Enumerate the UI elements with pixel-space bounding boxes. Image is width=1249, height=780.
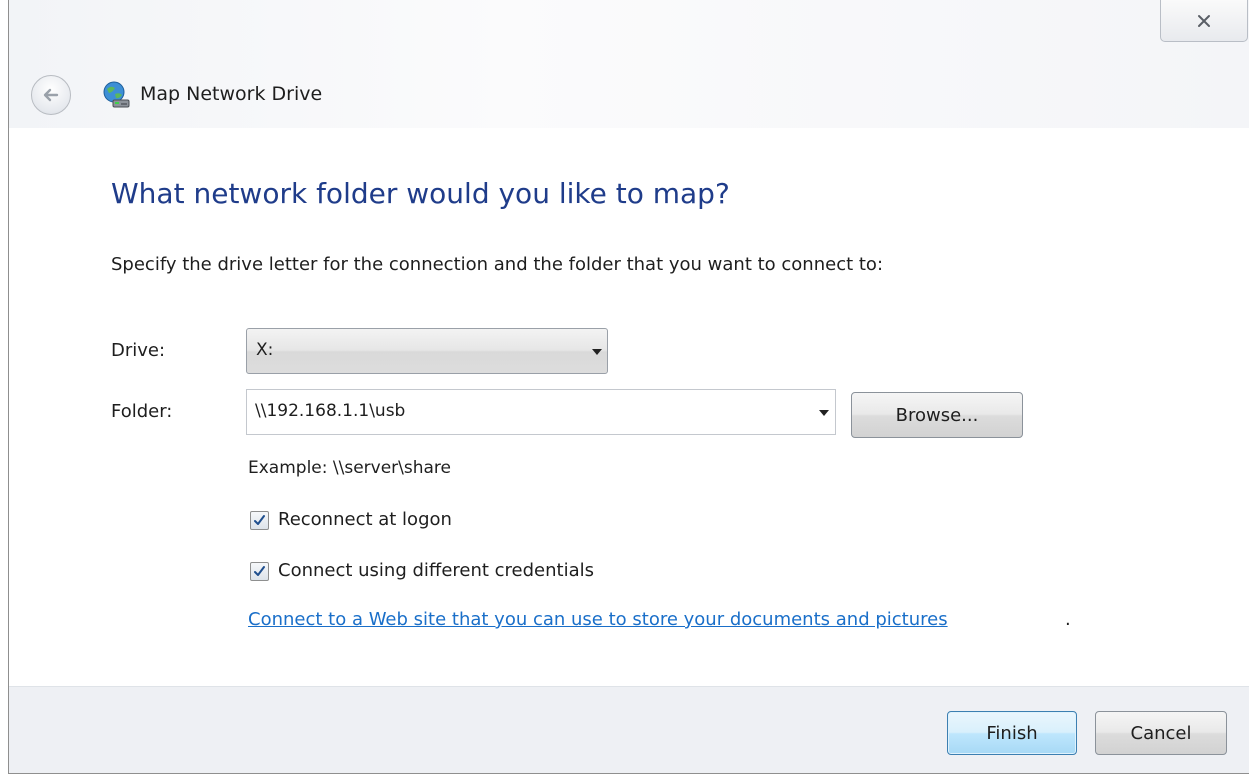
reconnect-checkbox[interactable] [250, 511, 269, 530]
drive-value: X: [256, 340, 274, 360]
page-heading: What network folder would you like to ma… [111, 177, 730, 210]
folder-label: Folder: [111, 401, 173, 422]
finish-button[interactable]: Finish [947, 711, 1077, 755]
back-button[interactable] [31, 75, 71, 115]
chevron-down-icon [592, 349, 602, 355]
web-site-link[interactable]: Connect to a Web site that you can use t… [248, 609, 948, 630]
close-icon [1198, 14, 1210, 27]
dialog-content: What network folder would you like to ma… [9, 128, 1249, 686]
cancel-button[interactable]: Cancel [1095, 711, 1227, 755]
dialog-title: Map Network Drive [140, 83, 323, 105]
credentials-checkbox[interactable] [250, 562, 269, 581]
browse-button[interactable]: Browse... [851, 392, 1023, 438]
close-button[interactable] [1160, 0, 1248, 42]
folder-value: \\192.168.1.1\usb [255, 401, 406, 421]
back-arrow-icon [43, 88, 59, 102]
chevron-down-icon[interactable] [819, 410, 829, 416]
link-period: . [1065, 609, 1071, 630]
reconnect-label[interactable]: Reconnect at logon [278, 509, 452, 530]
button-bar: Finish Cancel [9, 686, 1249, 773]
example-text: Example: \\server\share [248, 458, 452, 478]
drive-select[interactable]: X: [246, 328, 608, 374]
credentials-label[interactable]: Connect using different credentials [278, 560, 594, 581]
instruction-text: Specify the drive letter for the connect… [111, 254, 884, 275]
map-network-drive-dialog: Map Network Drive What network folder wo… [8, 0, 1249, 774]
folder-input[interactable]: \\192.168.1.1\usb [246, 389, 836, 435]
title-bar: Map Network Drive [9, 0, 1249, 128]
drive-label: Drive: [111, 340, 166, 361]
checkmark-icon [254, 515, 265, 525]
network-drive-icon [103, 81, 130, 108]
checkmark-icon [254, 566, 265, 576]
